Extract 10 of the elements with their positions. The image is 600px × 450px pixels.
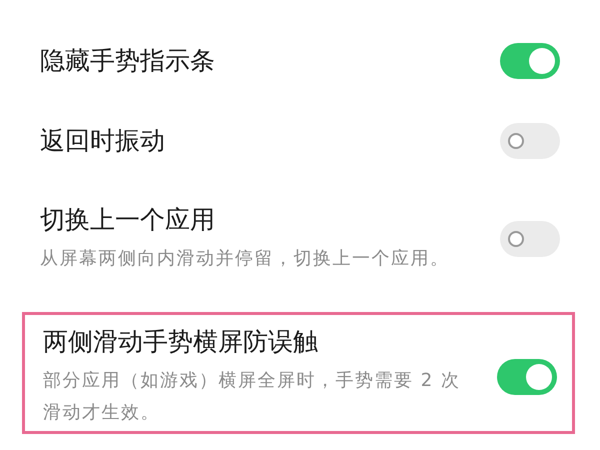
setting-title: 隐藏手势指示条 <box>40 45 216 77</box>
toggle-switch[interactable] <box>500 43 560 79</box>
toggle-switch[interactable] <box>500 221 560 257</box>
toggle-switch[interactable] <box>497 359 557 395</box>
setting-title: 两侧滑动手势横屏防误触 <box>43 326 319 358</box>
setting-title: 切换上一个应用 <box>40 204 216 236</box>
setting-description: 从屏幕两侧向内滑动并停留，切换上一个应用。 <box>40 247 450 271</box>
setting-description: 部分应用（如游戏）横屏全屏时，手势需要 2 次滑动才生效。 <box>43 369 462 425</box>
setting-title: 返回时振动 <box>40 125 166 157</box>
toggle-switch[interactable] <box>500 123 560 159</box>
